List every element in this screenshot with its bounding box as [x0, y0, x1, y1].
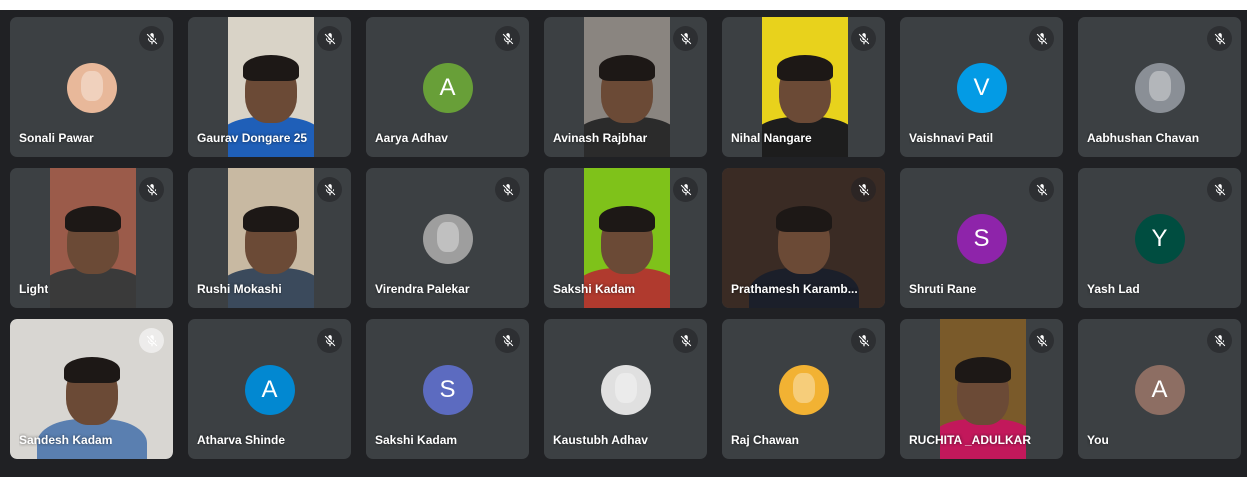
- participant-name: Shruti Rane: [909, 282, 977, 296]
- meeting-stage: Sonali Pawar Gaurav Dongare 25 A Aarya Adha…: [0, 10, 1247, 477]
- mic-off-icon: [495, 177, 520, 202]
- participant-name: Avinash Rajbhar: [553, 131, 648, 145]
- mic-off-icon: [317, 26, 342, 51]
- participant-name: Sakshi Kadam: [553, 282, 636, 296]
- mic-off-icon: [139, 328, 164, 353]
- participant-name: Rushi Mokashi: [197, 282, 282, 296]
- participant-tile[interactable]: Sandesh Kadam: [10, 319, 173, 459]
- mic-off-icon: [495, 328, 520, 353]
- participant-avatar: [1134, 63, 1185, 113]
- mic-off-icon: [673, 26, 698, 51]
- participant-name: Sakshi Kadam: [375, 433, 458, 447]
- mic-off-icon: [851, 328, 876, 353]
- participant-avatar: A: [244, 365, 295, 415]
- mic-off-icon: [1207, 26, 1232, 51]
- participant-name: Light: [19, 282, 49, 296]
- participant-name: Vaishnavi Patil: [909, 131, 994, 145]
- participant-avatar: S: [956, 214, 1007, 264]
- mic-off-icon: [317, 177, 342, 202]
- participant-name: Gaurav Dongare 25: [197, 131, 308, 145]
- participant-name: Yash Lad: [1087, 282, 1140, 296]
- participant-tile[interactable]: Kaustubh Adhav: [544, 319, 707, 459]
- participant-tile[interactable]: A Atharva Shinde: [188, 319, 351, 459]
- participant-tile[interactable]: Rushi Mokashi: [188, 168, 351, 308]
- participant-name: RUCHITA _ADULKAR: [909, 433, 1031, 447]
- participant-avatar: [778, 365, 829, 415]
- participant-tile[interactable]: Prathamesh Karamb...: [722, 168, 885, 308]
- participant-name: Kaustubh Adhav: [553, 433, 648, 447]
- participant-tile[interactable]: Sakshi Kadam: [544, 168, 707, 308]
- mic-off-icon: [851, 177, 876, 202]
- mic-off-icon: [495, 26, 520, 51]
- mic-off-icon: [1207, 328, 1232, 353]
- participant-tile[interactable]: Y Yash Lad: [1078, 168, 1241, 308]
- participant-tile[interactable]: Virendra Palekar: [366, 168, 529, 308]
- participant-name: Prathamesh Karamb...: [731, 282, 858, 296]
- participant-name: Aarya Adhav: [375, 131, 448, 145]
- participant-tile[interactable]: S Sakshi Kadam: [366, 319, 529, 459]
- participant-tile[interactable]: A Aarya Adhav: [366, 17, 529, 157]
- participant-avatar: A: [1134, 365, 1185, 415]
- mic-off-icon: [1029, 177, 1054, 202]
- participant-name: Aabhushan Chavan: [1087, 131, 1200, 145]
- participant-tile[interactable]: V Vaishnavi Patil: [900, 17, 1063, 157]
- participant-avatar: Y: [1134, 214, 1185, 264]
- participant-name: Nihal Nangare: [731, 131, 812, 145]
- participant-grid: Sonali Pawar Gaurav Dongare 25 A Aarya Adha…: [10, 17, 1241, 459]
- participant-video: [50, 168, 136, 308]
- participant-avatar: A: [422, 63, 473, 113]
- participant-avatar: V: [956, 63, 1007, 113]
- participant-tile[interactable]: Gaurav Dongare 25: [188, 17, 351, 157]
- mic-off-icon: [1029, 26, 1054, 51]
- participant-name: You: [1087, 433, 1109, 447]
- participant-tile[interactable]: A You: [1078, 319, 1241, 459]
- participant-name: Sonali Pawar: [19, 131, 94, 145]
- mic-off-icon: [673, 177, 698, 202]
- participant-tile[interactable]: Avinash Rajbhar: [544, 17, 707, 157]
- mic-off-icon: [1029, 328, 1054, 353]
- participant-avatar: [600, 365, 651, 415]
- participant-tile[interactable]: Aabhushan Chavan: [1078, 17, 1241, 157]
- participant-avatar: [66, 63, 117, 113]
- mic-off-icon: [139, 26, 164, 51]
- participant-tile[interactable]: Nihal Nangare: [722, 17, 885, 157]
- participant-tile[interactable]: Sonali Pawar: [10, 17, 173, 157]
- mic-off-icon: [673, 328, 698, 353]
- participant-avatar: S: [422, 365, 473, 415]
- participant-name: Raj Chawan: [731, 433, 800, 447]
- participant-name: Sandesh Kadam: [19, 433, 113, 447]
- mic-off-icon: [317, 328, 342, 353]
- mic-off-icon: [851, 26, 876, 51]
- participant-avatar: [422, 214, 473, 264]
- participant-name: Virendra Palekar: [375, 282, 470, 296]
- mic-off-icon: [139, 177, 164, 202]
- participant-tile[interactable]: RUCHITA _ADULKAR: [900, 319, 1063, 459]
- participant-tile[interactable]: Light: [10, 168, 173, 308]
- mic-off-icon: [1207, 177, 1232, 202]
- participant-name: Atharva Shinde: [197, 433, 286, 447]
- participant-tile[interactable]: S Shruti Rane: [900, 168, 1063, 308]
- participant-tile[interactable]: Raj Chawan: [722, 319, 885, 459]
